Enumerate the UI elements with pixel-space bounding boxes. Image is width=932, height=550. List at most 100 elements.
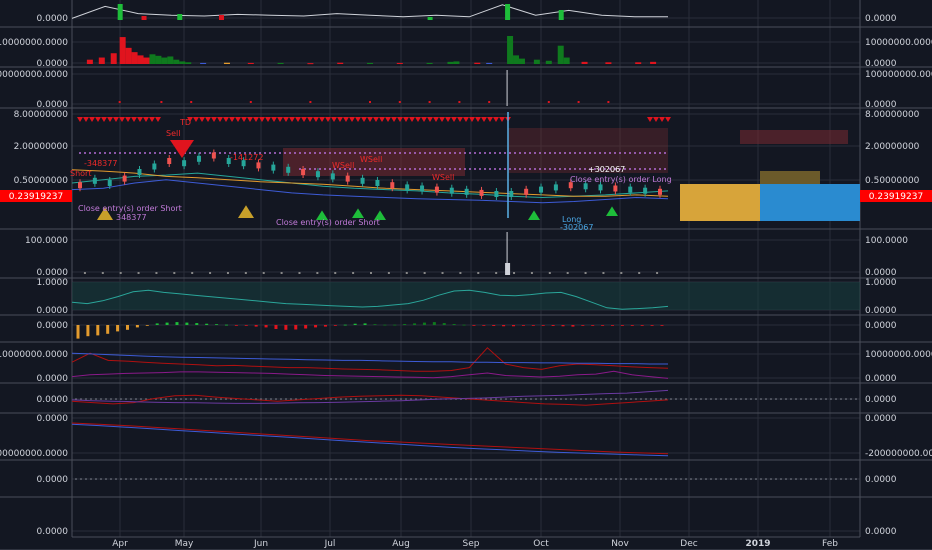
dotted-level bbox=[404, 168, 406, 170]
volume-bar bbox=[161, 57, 168, 64]
zero-dot bbox=[715, 478, 717, 480]
dotted-level bbox=[494, 152, 496, 154]
zero-dot bbox=[405, 478, 407, 480]
dotted-level bbox=[539, 152, 541, 154]
zero-dot bbox=[200, 478, 202, 480]
zero-dot bbox=[845, 478, 847, 480]
zero-dot bbox=[400, 478, 402, 480]
zero-dot bbox=[650, 398, 652, 400]
zero-dot bbox=[180, 478, 182, 480]
zero-dot bbox=[210, 478, 212, 480]
zero-dot bbox=[565, 478, 567, 480]
histogram-bar bbox=[96, 325, 100, 336]
zero-dot bbox=[235, 478, 237, 480]
zero-dot bbox=[345, 398, 347, 400]
trading-chart[interactable]: 0.0000 0.0000 10000000.0000 10000000.0000 0.… bbox=[0, 0, 932, 550]
y-tick-left: 0.0000 bbox=[37, 414, 69, 424]
zero-dot bbox=[590, 478, 592, 480]
dotted-level bbox=[579, 152, 581, 154]
dotted-level bbox=[159, 152, 161, 154]
zero-dot bbox=[810, 398, 812, 400]
zero-dot bbox=[645, 398, 647, 400]
x-tick-label: Apr bbox=[112, 539, 128, 549]
dotted-level bbox=[144, 152, 146, 154]
dotted-level bbox=[409, 152, 411, 154]
zero-dot bbox=[580, 398, 582, 400]
zero-dot bbox=[745, 478, 747, 480]
y-tick-left: 10000000.0000 bbox=[0, 350, 68, 360]
zero-dot bbox=[490, 478, 492, 480]
histogram-bar bbox=[521, 325, 525, 326]
tick-marker bbox=[477, 272, 480, 274]
dotted-level bbox=[294, 152, 296, 154]
histogram-bar bbox=[393, 324, 397, 326]
dotted-level bbox=[424, 168, 426, 170]
zero-dot bbox=[140, 398, 142, 400]
y-tick-right: 2.00000000 bbox=[865, 142, 920, 152]
candle-body bbox=[375, 180, 380, 186]
volume-bar bbox=[223, 62, 230, 64]
chart-annotation: TD bbox=[179, 118, 191, 127]
histogram-bar bbox=[452, 324, 456, 325]
chart-annotation: Sell bbox=[166, 129, 180, 138]
zero-dot bbox=[175, 478, 177, 480]
chart-annotation: Close entry(s) order Short bbox=[78, 204, 182, 213]
zero-dot bbox=[570, 398, 572, 400]
tick-marker bbox=[244, 272, 247, 274]
x-tick-label: Dec bbox=[680, 539, 697, 549]
candle-body bbox=[196, 155, 201, 162]
zero-dot bbox=[605, 478, 607, 480]
zero-dot bbox=[405, 398, 407, 400]
dotted-level bbox=[429, 152, 431, 154]
volume-bar bbox=[307, 63, 314, 65]
zero-dot bbox=[695, 478, 697, 480]
zero-dot bbox=[390, 478, 392, 480]
candle-body bbox=[613, 185, 618, 192]
zero-dot bbox=[600, 398, 602, 400]
zero-dot bbox=[605, 398, 607, 400]
dotted-level bbox=[324, 152, 326, 154]
tick-marker bbox=[566, 272, 569, 274]
dotted-level bbox=[459, 152, 461, 154]
histogram-bar bbox=[155, 323, 159, 325]
y-tick-right: 0.0000 bbox=[865, 59, 897, 69]
tick-marker bbox=[191, 272, 194, 274]
zero-dot bbox=[240, 478, 242, 480]
tick-marker bbox=[262, 272, 265, 274]
histogram-bar bbox=[531, 325, 535, 326]
dotted-level bbox=[354, 152, 356, 154]
zero-dot bbox=[525, 478, 527, 480]
tick-marker bbox=[530, 272, 533, 274]
dotted-level bbox=[644, 168, 646, 170]
zero-dot bbox=[655, 478, 657, 480]
y-tick-right: 100.0000 bbox=[865, 236, 908, 246]
volume-bar bbox=[125, 47, 132, 64]
chart-annotation: Close entry(s) order Short bbox=[276, 218, 380, 227]
tick-marker bbox=[459, 272, 462, 274]
zero-dot bbox=[735, 398, 737, 400]
candle-body bbox=[539, 186, 544, 193]
zero-dot bbox=[510, 398, 512, 400]
dotted-level bbox=[359, 152, 361, 154]
dotted-level bbox=[514, 168, 516, 170]
histogram-bar bbox=[551, 325, 555, 326]
zero-dot bbox=[365, 398, 367, 400]
zero-dot bbox=[95, 478, 97, 480]
zero-dot bbox=[740, 478, 742, 480]
tick-marker bbox=[370, 272, 372, 274]
candle-body bbox=[405, 184, 410, 191]
zero-dot bbox=[95, 398, 97, 400]
zero-dot bbox=[705, 478, 707, 480]
volume-bar bbox=[518, 58, 525, 64]
zero-dot bbox=[665, 478, 667, 480]
zero-dot bbox=[395, 398, 397, 400]
zero-dot bbox=[800, 478, 802, 480]
zero-dot bbox=[615, 398, 617, 400]
zero-dot bbox=[390, 398, 392, 400]
zero-dot bbox=[320, 478, 322, 480]
dotted-level bbox=[499, 152, 501, 154]
zero-dot bbox=[805, 398, 807, 400]
zero-dot bbox=[710, 398, 712, 400]
dotted-level bbox=[649, 152, 651, 154]
dotted-level bbox=[479, 168, 481, 170]
